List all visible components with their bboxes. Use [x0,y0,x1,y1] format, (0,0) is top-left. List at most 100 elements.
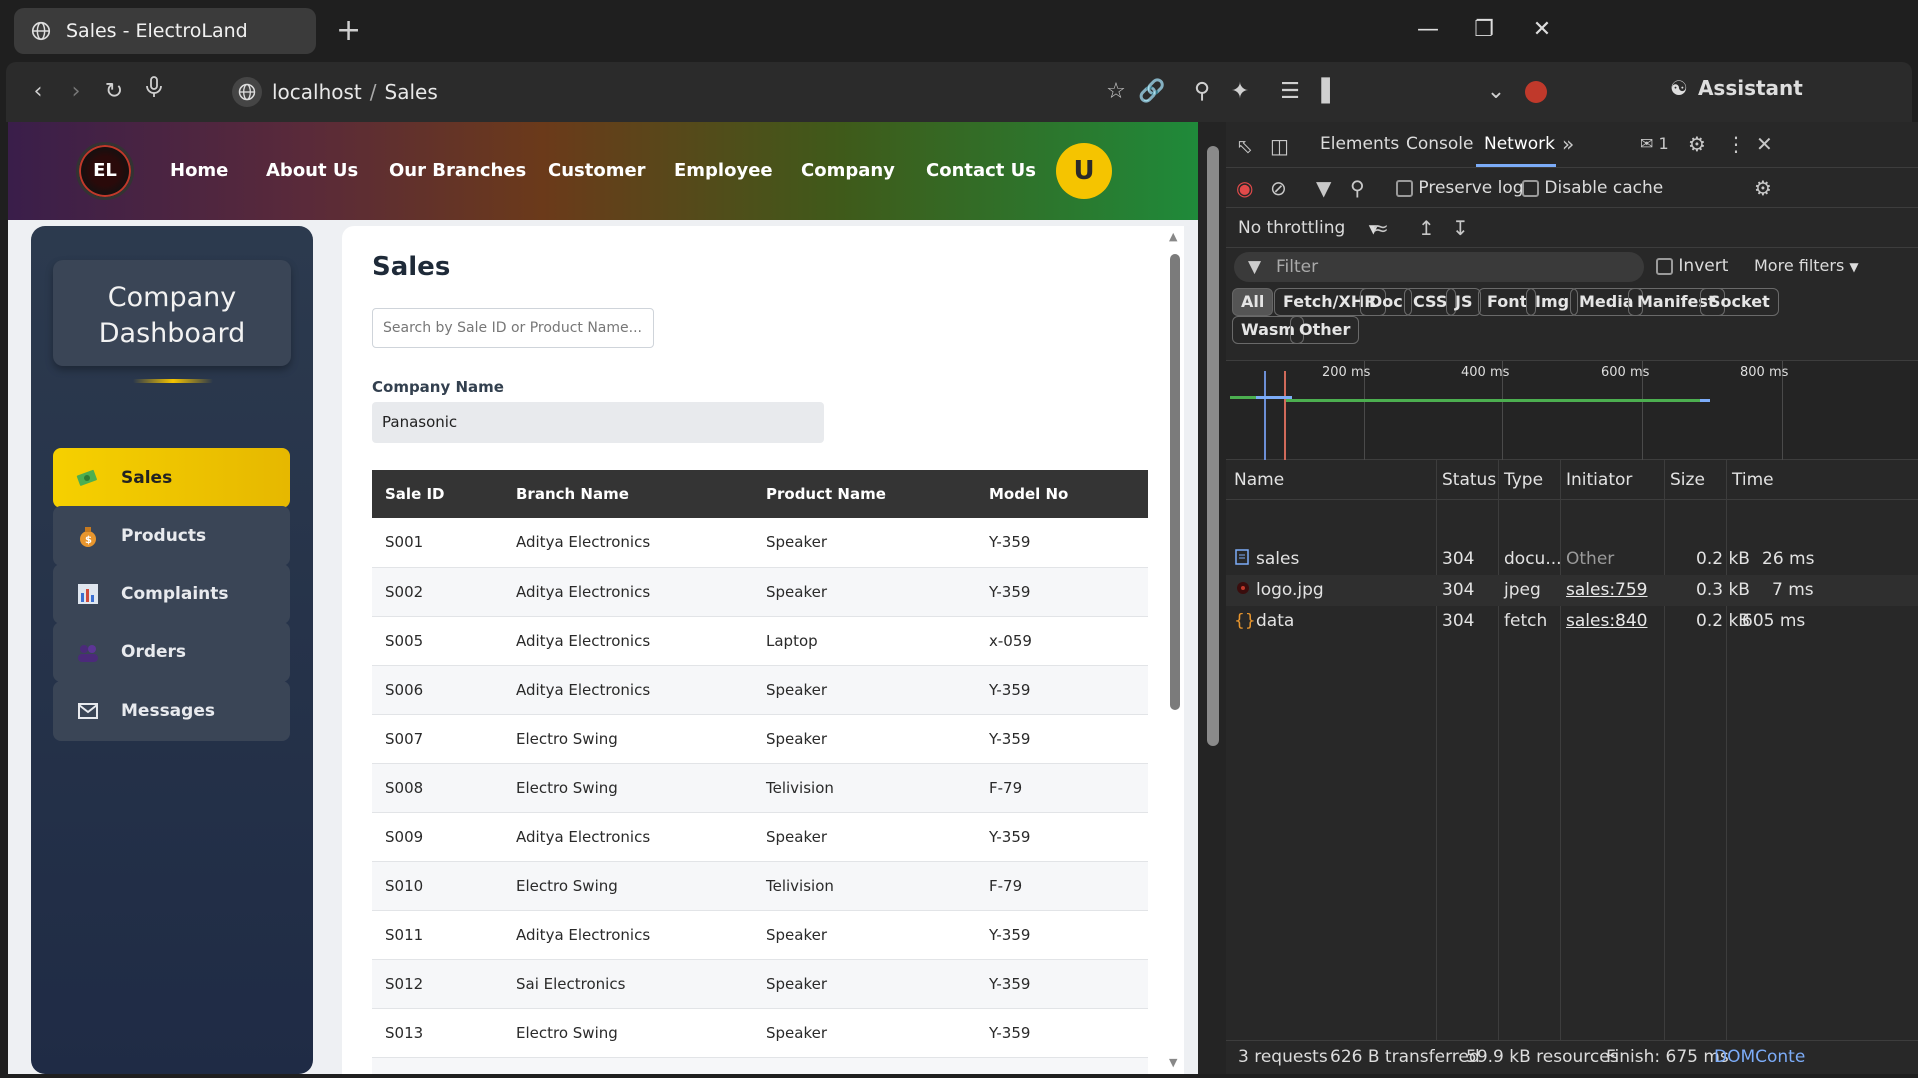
scroll-up-icon[interactable]: ▲ [1169,230,1177,243]
browser-tab[interactable]: Sales - ElectroLand [14,8,316,54]
bookmark-star-icon[interactable]: ☆ [1100,76,1132,108]
table-row[interactable]: S012 Sai Electronics Speaker Y-359 [372,959,1148,1009]
table-row[interactable]: S009 Aditya Electronics Speaker Y-359 [372,812,1148,862]
user-avatar[interactable]: U [1056,143,1112,199]
company-name-field[interactable]: Panasonic [372,402,824,443]
network-conditions-icon[interactable]: ≈ [1372,216,1389,240]
profile-avatar[interactable] [1520,76,1552,108]
disable-cache-checkbox[interactable]: Disable cache [1522,178,1663,198]
close-window-icon[interactable]: ✕ [1522,12,1562,48]
table-row[interactable]: S014Aditya ElectronicsSpeakerY-359 [372,1057,1148,1074]
nav-employee[interactable]: Employee [674,160,773,181]
inspect-element-icon[interactable]: ⬁ [1236,134,1253,158]
outer-scrollbar-thumb[interactable] [1207,146,1219,746]
tab-elements[interactable]: Elements [1320,134,1399,154]
table-row[interactable]: S007 Electro Swing Speaker Y-359 [372,714,1148,764]
chip-socket[interactable]: Socket [1700,288,1779,316]
table-row[interactable]: S001 Aditya Electronics Speaker Y-359 [372,518,1148,568]
settings-gear-icon[interactable]: ⚙ [1688,132,1706,156]
col-sale-id[interactable]: Sale ID [372,470,503,518]
request-row[interactable]: sales 304 docu... Other 0.2 kB 26 ms [1226,544,1918,575]
col-time[interactable]: Time [1732,470,1774,490]
preserve-log-checkbox[interactable]: Preserve log [1396,178,1524,198]
filter-input[interactable]: ▼ Filter [1234,252,1644,282]
kebab-menu-icon[interactable]: ⋮ [1726,132,1746,156]
nav-company[interactable]: Company [801,160,895,181]
restore-icon[interactable]: ❐ [1464,12,1504,48]
col-model-no[interactable]: Model No [976,470,1148,518]
chip-js[interactable]: JS [1446,288,1482,316]
table-row[interactable]: S005 Aditya Electronics Laptop x-059 [372,616,1148,666]
table-cell: Aditya Electronics [503,910,753,960]
table-row[interactable]: S002 Aditya Electronics Speaker Y-359 [372,567,1148,617]
table-row[interactable]: S011 Aditya Electronics Speaker Y-359 [372,910,1148,960]
request-row[interactable]: logo.jpg 304 jpeg sales:759 0.3 kB 7 ms [1226,575,1918,606]
request-row[interactable]: {} data 304 fetch sales:840 0.2 kB 605 m… [1226,606,1918,637]
site-info-icon[interactable] [232,77,262,107]
initiator-link[interactable]: sales:840 [1566,611,1648,631]
request-table-header: Name Status Type Initiator Size Time [1226,460,1918,500]
scroll-down-icon[interactable]: ▼ [1169,1056,1177,1069]
assistant-button[interactable]: ☯ Assistant [1670,76,1803,100]
new-tab-button[interactable]: + [336,14,361,48]
chip-all[interactable]: All [1232,288,1274,316]
sidebar-item-products[interactable]: $ Products [53,506,290,566]
nav-home[interactable]: Home [170,160,228,181]
initiator-link[interactable]: sales:759 [1566,580,1648,600]
reload-icon[interactable]: ↻ [98,76,130,108]
lens-search-icon[interactable]: ⚲ [1186,76,1218,108]
col-product-name[interactable]: Product Name [753,470,976,518]
col-name[interactable]: Name [1234,470,1284,490]
network-settings-icon[interactable]: ⚙ [1754,176,1772,200]
col-status[interactable]: Status [1442,470,1496,490]
device-toolbar-icon[interactable]: ◫ [1270,134,1289,158]
sidebar-item-complaints[interactable]: Complaints [53,564,290,624]
col-initiator[interactable]: Initiator [1566,470,1632,490]
more-tabs-icon[interactable]: » [1562,132,1574,156]
invert-checkbox[interactable]: Invert [1656,256,1728,276]
search-icon[interactable]: ⚲ [1350,176,1365,200]
more-filters-dropdown[interactable]: More filters ▼ [1754,256,1859,275]
reading-list-icon[interactable]: ☰ [1274,76,1306,108]
back-icon[interactable]: ‹ [22,76,54,108]
sidebar-item-sales[interactable]: Sales [53,448,290,508]
table-row[interactable]: S006 Aditya Electronics Speaker Y-359 [372,665,1148,715]
address-bar[interactable]: localhost / Sales [232,70,438,114]
nav-about-us[interactable]: About Us [266,160,358,181]
tab-network[interactable]: Network [1484,134,1555,154]
record-stop-icon[interactable]: ◉ [1236,176,1253,200]
col-branch-name[interactable]: Branch Name [503,470,753,518]
scrollbar-thumb[interactable] [1170,254,1180,710]
table-row[interactable]: S008 Electro Swing Telivision F-79 [372,763,1148,813]
col-size[interactable]: Size [1670,470,1705,490]
close-devtools-icon[interactable]: ✕ [1756,132,1773,156]
nav-customer[interactable]: Customer [548,160,646,181]
tab-console[interactable]: Console [1406,134,1474,154]
sidebar-item-orders[interactable]: Orders [53,622,290,682]
minimize-icon[interactable]: — [1408,12,1448,48]
export-har-icon[interactable]: ↧ [1452,216,1469,240]
audio-icon[interactable]: ▌ [1314,76,1346,108]
page-scrollbar[interactable]: ▲ ▼ [1166,226,1184,1074]
col-type[interactable]: Type [1504,470,1543,490]
chevron-down-icon[interactable]: ⌄ [1480,76,1512,108]
throttling-select[interactable]: No throttling ▼ [1238,218,1378,238]
devtools-splitter[interactable] [1198,122,1228,1074]
search-input[interactable]: Search by Sale ID or Product Name... [372,308,654,348]
site-logo[interactable]: EL [76,142,134,200]
chip-other[interactable]: Other [1290,316,1360,344]
filter-icon[interactable]: ▼ [1316,176,1331,200]
network-timeline-overview[interactable]: 200 ms 400 ms 600 ms 800 ms [1226,360,1918,461]
extensions-icon[interactable]: ✦ [1224,76,1256,108]
table-row[interactable]: S010 Electro Swing Telivision F-79 [372,861,1148,911]
sidebar-item-messages[interactable]: Messages [53,681,290,741]
microphone-icon[interactable] [138,76,170,108]
clear-icon[interactable]: ⊘ [1270,176,1287,200]
import-har-icon[interactable]: ↥ [1418,216,1435,240]
forward-icon[interactable]: › [60,76,92,108]
nav-our-branches[interactable]: Our Branches [389,160,526,181]
link-icon[interactable]: 🔗 [1136,76,1168,108]
issues-badge[interactable]: ✉ 1 [1640,134,1669,153]
nav-contact-us[interactable]: Contact Us [926,160,1036,181]
table-row[interactable]: S013 Electro Swing Speaker Y-359 [372,1008,1148,1058]
